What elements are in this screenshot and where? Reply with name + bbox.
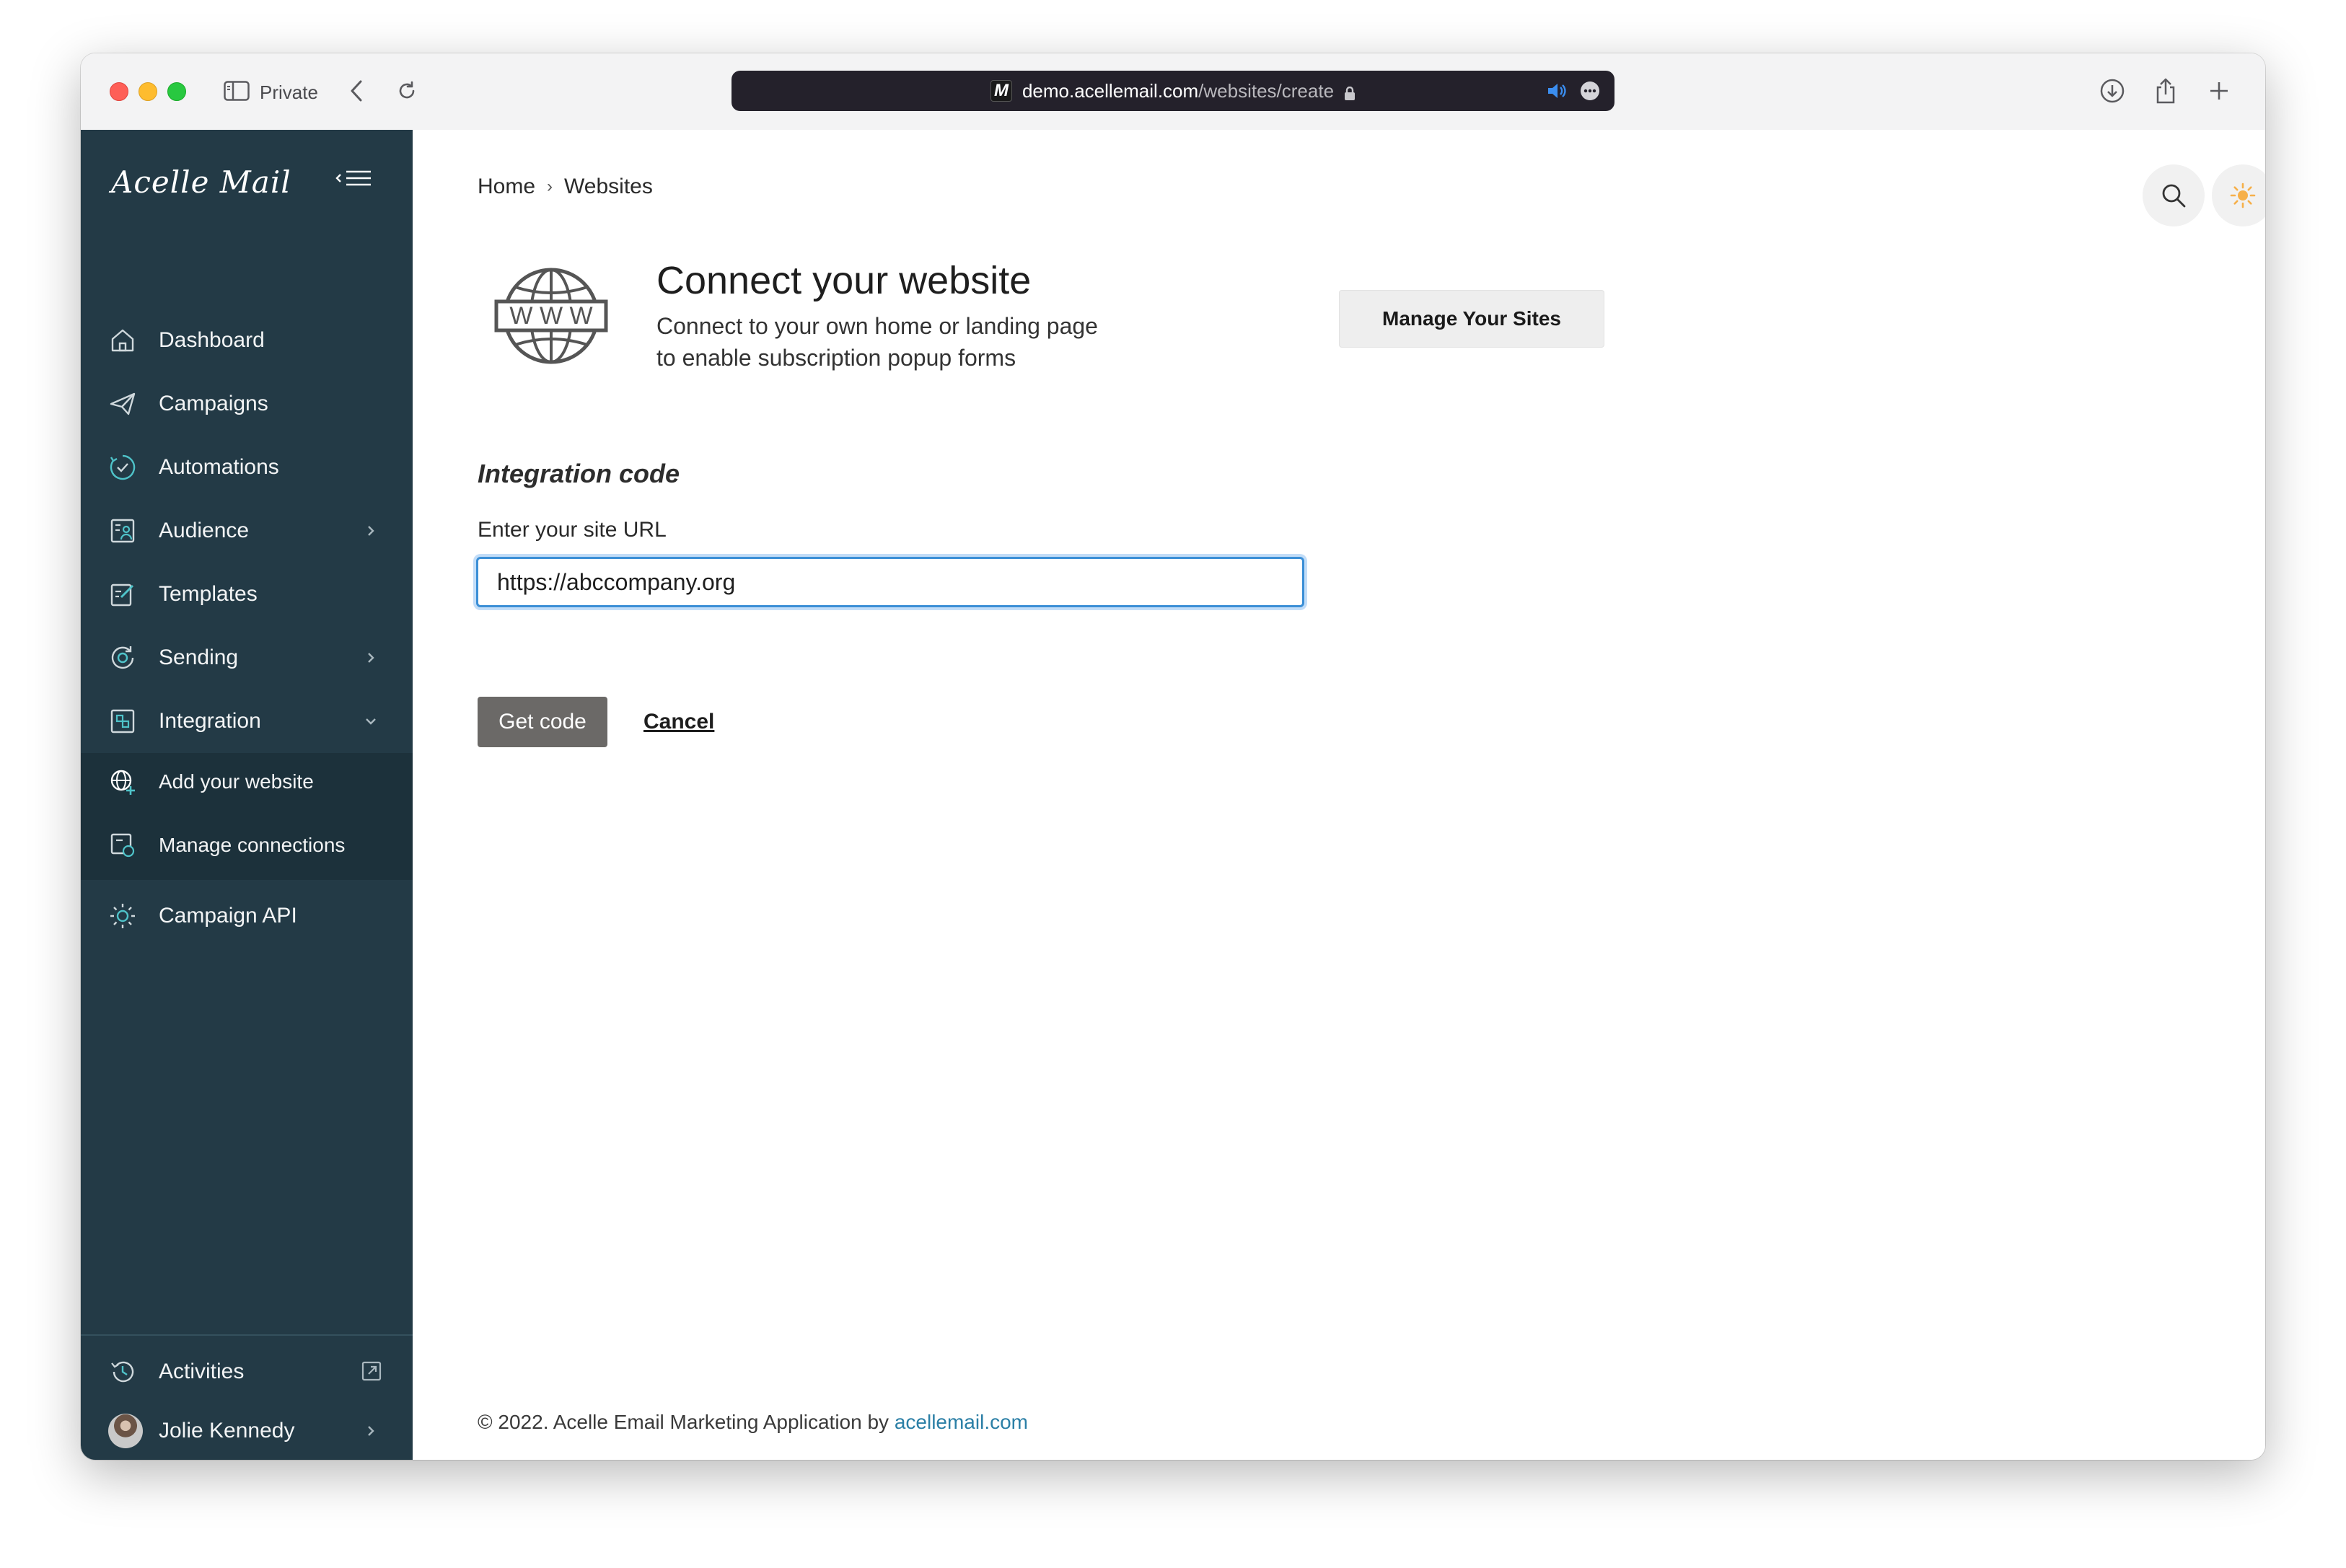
chevron-right-icon xyxy=(361,521,381,541)
sidebar-item-label: Manage connections xyxy=(159,834,346,856)
sidebar-item-audience[interactable]: Audience xyxy=(81,502,413,560)
theme-toggle-button[interactable] xyxy=(2212,164,2265,226)
close-window-button[interactable] xyxy=(110,82,128,101)
sidebar-item-activities[interactable]: Activities xyxy=(81,1343,413,1401)
api-gear-icon xyxy=(108,902,137,930)
site-url-input[interactable] xyxy=(476,557,1304,607)
chevron-right-icon xyxy=(361,1421,381,1441)
main-content: Home › Websites W W W Connect your websi… xyxy=(413,130,2265,1460)
breadcrumb: Home › Websites xyxy=(478,175,653,199)
back-icon[interactable] xyxy=(342,76,371,105)
globe-add-icon xyxy=(108,767,137,796)
footer: © 2022. Acelle Email Marketing Applicati… xyxy=(478,1411,1028,1434)
browser-window: Private M demo.acellemail.com/websites/c… xyxy=(81,53,2265,1460)
sidebar-divider xyxy=(81,1334,413,1336)
site-url-label: Enter your site URL xyxy=(478,518,667,542)
sidebar-item-label: Audience xyxy=(159,519,250,542)
reload-icon[interactable] xyxy=(392,76,421,105)
search-button[interactable] xyxy=(2143,164,2205,226)
breadcrumb-separator-icon: › xyxy=(547,177,553,196)
new-tab-icon[interactable] xyxy=(2203,76,2235,105)
sidebar: Acelle Mail Dashboard Campaigns Automati… xyxy=(81,130,413,1460)
sidebar-item-label: Templates xyxy=(159,582,258,606)
footer-text: © 2022. Acelle Email Marketing Applicati… xyxy=(478,1411,895,1433)
private-label: Private xyxy=(260,82,318,103)
user-menu[interactable]: Jolie Kennedy xyxy=(81,1402,413,1460)
address-bar[interactable]: M demo.acellemail.com/websites/create xyxy=(732,71,1614,111)
breadcrumb-websites[interactable]: Websites xyxy=(564,175,653,199)
history-icon xyxy=(108,1357,137,1386)
zoom-window-button[interactable] xyxy=(167,82,186,101)
sidebar-item-integration[interactable]: Integration xyxy=(81,692,413,750)
sidebar-item-label: Activities xyxy=(159,1360,245,1383)
integration-icon xyxy=(108,707,137,736)
sidebar-item-automations[interactable]: Automations xyxy=(81,439,413,496)
audio-icon[interactable] xyxy=(1547,82,1567,105)
integration-submenu: Add your website Manage connections xyxy=(81,753,413,880)
sidebar-item-dashboard[interactable]: Dashboard xyxy=(81,312,413,369)
sidebar-item-label: Automations xyxy=(159,455,279,479)
page-subtitle-line1: Connect to your own home or landing page xyxy=(656,313,1098,339)
chevron-down-icon xyxy=(361,711,381,731)
page-title: Connect your website xyxy=(656,259,1032,302)
page-subtitle-line2: to enable subscription popup forms xyxy=(656,345,1016,371)
template-icon xyxy=(108,580,137,609)
share-icon[interactable] xyxy=(2150,76,2182,105)
browser-toolbar: Private M demo.acellemail.com/websites/c… xyxy=(81,53,2265,131)
external-link-icon xyxy=(361,1360,382,1381)
url-path: /websites/create xyxy=(1198,79,1335,102)
minimize-window-button[interactable] xyxy=(139,82,157,101)
sidebar-toggle-icon[interactable] xyxy=(222,76,251,105)
more-options-icon[interactable] xyxy=(1580,81,1600,106)
lock-icon xyxy=(1344,84,1356,100)
cancel-link[interactable]: Cancel xyxy=(643,710,714,734)
sidebar-item-label: Campaigns xyxy=(159,392,268,415)
user-name: Jolie Kennedy xyxy=(159,1419,295,1443)
audience-icon xyxy=(108,516,137,545)
sidebar-item-sending[interactable]: Sending xyxy=(81,629,413,687)
sidebar-item-label: Sending xyxy=(159,646,239,669)
sun-icon xyxy=(2230,182,2256,208)
app-logo[interactable]: Acelle Mail xyxy=(111,164,291,200)
sidebar-item-label: Add your website xyxy=(159,770,314,793)
connections-icon xyxy=(108,831,137,860)
sidebar-item-add-website[interactable]: Add your website xyxy=(81,753,413,811)
sidebar-item-campaigns[interactable]: Campaigns xyxy=(81,375,413,433)
manage-sites-button[interactable]: Manage Your Sites xyxy=(1339,290,1604,348)
footer-link[interactable]: acellemail.com xyxy=(895,1411,1028,1433)
search-icon xyxy=(2162,184,2186,208)
site-favicon-icon: M xyxy=(990,80,1012,102)
download-icon[interactable] xyxy=(2096,76,2128,105)
breadcrumb-home[interactable]: Home xyxy=(478,175,535,199)
sidebar-item-label: Dashboard xyxy=(159,328,265,352)
sending-icon xyxy=(108,643,137,672)
sidebar-item-label: Campaign API xyxy=(159,904,297,928)
get-code-button[interactable]: Get code xyxy=(478,697,607,747)
url-host: demo.acellemail.com xyxy=(1022,79,1199,102)
home-icon xyxy=(108,326,137,355)
sidebar-item-manage-connections[interactable]: Manage connections xyxy=(81,816,413,874)
paper-plane-icon xyxy=(108,389,137,418)
globe-www-icon: W W W xyxy=(494,268,608,364)
sidebar-item-campaign-api[interactable]: Campaign API xyxy=(81,887,413,945)
collapse-sidebar-icon[interactable] xyxy=(335,166,374,195)
globe-www-text: W W W xyxy=(509,302,592,330)
automation-icon xyxy=(108,453,137,482)
section-title: Integration code xyxy=(478,459,680,488)
page-subtitle: Connect to your own home or landing page… xyxy=(656,310,1161,374)
sidebar-item-label: Integration xyxy=(159,709,261,733)
sidebar-item-templates[interactable]: Templates xyxy=(81,565,413,623)
chevron-right-icon xyxy=(361,648,381,668)
